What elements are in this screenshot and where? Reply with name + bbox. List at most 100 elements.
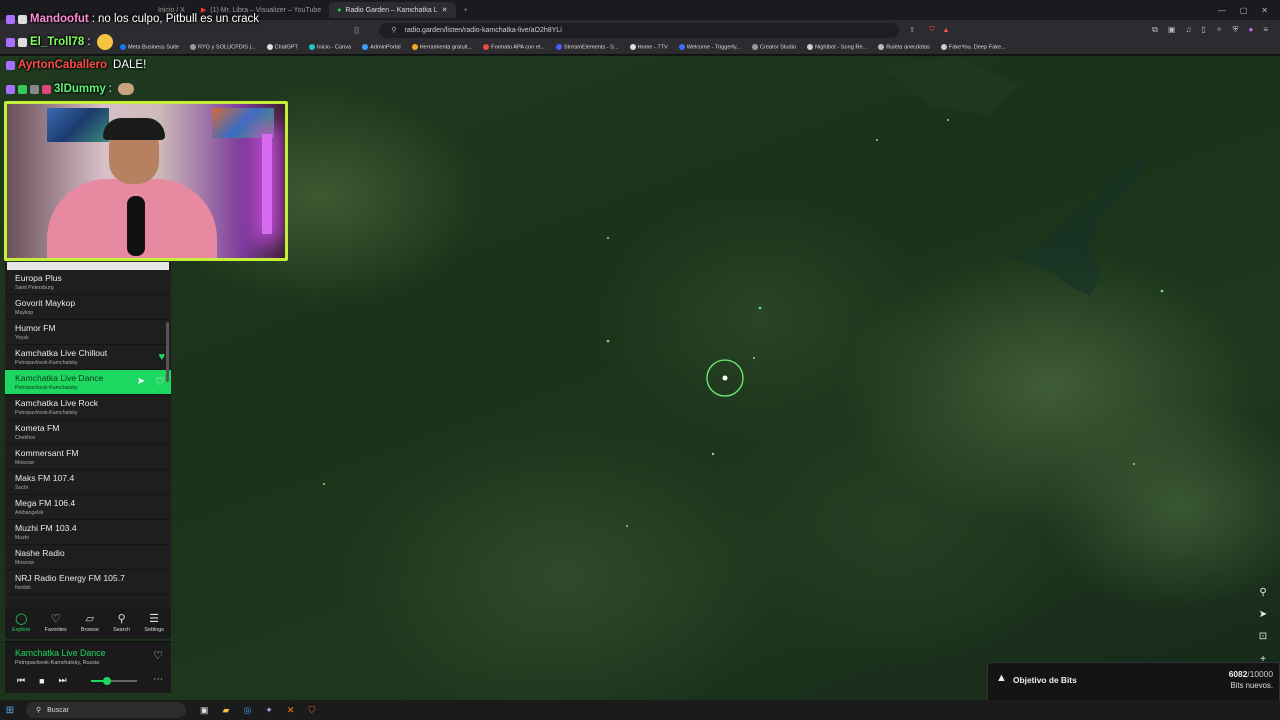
station-item[interactable]: Nashe Radio Moscow [5, 545, 171, 570]
chrome-icon[interactable]: ◎ [243, 705, 251, 716]
more-options-icon[interactable]: ⋯ [153, 674, 163, 685]
station-dot[interactable] [753, 357, 755, 359]
chat-badge-icon [42, 84, 51, 94]
station-item[interactable]: Humor FM Yeysk [5, 320, 171, 345]
chat-badge-icon [6, 14, 15, 24]
previous-icon[interactable]: ⏮ [17, 675, 25, 686]
station-dot[interactable] [626, 525, 628, 527]
stop-icon[interactable]: ■ [39, 676, 44, 686]
nav-label: Browse [80, 626, 99, 633]
windows-start-icon[interactable]: ⊞ [0, 705, 20, 716]
favorite-heart-icon[interactable]: ♡ [153, 649, 163, 662]
url-field[interactable]: ⚲ radio.garden/listen/radio-kamchatka-li… [379, 22, 900, 38]
bookmark-item[interactable]: StreamElements - S... [555, 43, 619, 51]
extension-icon[interactable]: ⧉ [1152, 25, 1158, 35]
nav-browse[interactable]: ▱ Browse [80, 613, 99, 633]
station-item[interactable]: Kamchatka Live Chillout Petropavlovsk-Kam… [5, 345, 171, 370]
app-icon[interactable]: ✦ [265, 705, 273, 716]
station-dot[interactable] [947, 119, 949, 121]
bookmark-label: StreamElements - S... [563, 44, 619, 51]
bookmark-item[interactable]: AdminPortal [362, 43, 401, 50]
browser-tab-active[interactable]: ● Radio Garden – Kamchatka L ✕ [329, 2, 456, 18]
menu-icon[interactable]: ≡ [1263, 25, 1268, 35]
brave-browser-icon[interactable]: ⛉ [308, 705, 315, 716]
chat-username: 3lDummy [54, 83, 106, 95]
app-icon[interactable]: ✕ [287, 705, 295, 716]
bookmark-item[interactable]: FakeYou. Deep Fake... [940, 43, 1006, 50]
radio-icon: ● [337, 6, 342, 14]
station-item[interactable]: Kommersant FM Moscow [5, 445, 171, 470]
nav-search[interactable]: ⚲ Search [113, 613, 130, 633]
station-dot[interactable] [1133, 463, 1135, 465]
taskbar-search[interactable]: ⚲ Buscar [26, 702, 186, 718]
task-view-icon[interactable]: ▣ [200, 705, 209, 716]
favorite-heart-icon[interactable]: ♡ [155, 377, 165, 388]
maximize-icon[interactable]: ▢ [1240, 6, 1248, 15]
nav-label: Explore [12, 626, 31, 633]
station-dot[interactable] [711, 452, 715, 456]
music-icon[interactable]: ♫ [1185, 25, 1191, 35]
taskbar-apps: ▣ ▰ ◎ ✦ ✕ ⛉ [200, 705, 315, 716]
station-dot[interactable] [607, 237, 609, 239]
bookmark-item[interactable]: Home - 7TV [629, 43, 668, 50]
puzzle-icon[interactable]: ✧ [1216, 25, 1223, 35]
station-item[interactable]: Kometa FM Chekhov [5, 420, 171, 445]
favorite-heart-icon[interactable]: ♥ [158, 352, 165, 363]
close-tab-icon[interactable]: ✕ [442, 6, 448, 14]
station-dot[interactable] [1160, 289, 1164, 293]
station-list-scrollbar[interactable] [166, 322, 169, 382]
close-window-icon[interactable]: ✕ [1261, 6, 1268, 15]
brave-shield-icon[interactable]: ⛉ [929, 26, 934, 34]
bookmark-item[interactable]: Nightbot - Song Re... [807, 43, 867, 50]
chat-separator: : [108, 83, 112, 95]
volume-slider[interactable] [91, 677, 137, 685]
station-dot[interactable] [323, 483, 325, 485]
station-item-active[interactable]: Kamchatka Live Dance Petropavlovsk-Kamcha… [5, 370, 171, 395]
station-item[interactable]: Govorit Maykop Maykop [5, 295, 171, 320]
river [1010, 151, 1150, 296]
extension-icon[interactable]: ▣ [1168, 25, 1176, 35]
profile-icon[interactable]: ● [1248, 25, 1253, 35]
station-item[interactable]: Kamchatka Live Rock Petropavlovsk-Kamchat… [5, 395, 171, 420]
share-icon[interactable]: ⇪ [909, 26, 915, 34]
bookmark-favicon-icon [629, 43, 636, 50]
station-item[interactable]: Mega FM 106.4 Arkhangelsk [5, 495, 171, 520]
bookmark-item[interactable]: Formato APA con el... [483, 43, 545, 50]
site-settings-icon[interactable]: ⚲ [391, 26, 396, 34]
bookmark-item[interactable]: Inicio - Canva [308, 43, 351, 50]
volume-handle[interactable] [103, 677, 112, 685]
sidebar-icon[interactable]: ▯ [1201, 25, 1205, 35]
bookmark-page-icon[interactable]: ⌷ [354, 25, 359, 36]
station-dot[interactable] [606, 339, 610, 343]
locate-icon[interactable]: ➤ [1254, 605, 1272, 623]
bookmark-favicon-icon [555, 43, 562, 50]
wallet-icon[interactable]: ⛨ [1232, 25, 1238, 35]
nav-settings[interactable]: ☰ Settings [144, 613, 163, 633]
locate-station-icon[interactable]: ➤ [137, 377, 145, 387]
bookmark-item[interactable]: Welcome - Triggerfy... [678, 43, 741, 50]
station-dot[interactable] [758, 306, 762, 310]
station-city: Saint Petersburg [15, 285, 54, 291]
lock-icon[interactable]: ⊡ [1254, 627, 1272, 645]
bookmark-item[interactable]: Creator Studio [751, 43, 796, 50]
file-explorer-icon[interactable]: ▰ [223, 705, 230, 716]
minimize-icon[interactable]: — [1218, 6, 1226, 15]
nav-explore[interactable]: ◯ Explore [12, 613, 31, 633]
map-pin-icon[interactable]: ⚲ [1254, 583, 1272, 601]
bookmark-item[interactable]: Ruleta anecdotas [878, 43, 930, 50]
station-item[interactable]: Maks FM 107.4 Sochi [5, 470, 171, 495]
nav-favorites[interactable]: ♡ Favorites [45, 613, 67, 633]
station-item[interactable]: Muzhi FM 103.4 Muzhi [5, 520, 171, 545]
station-name: Europa Plus [15, 273, 62, 283]
bookmark-favicon-icon [940, 43, 947, 50]
station-item[interactable]: Europa Plus Saint Petersburg [5, 270, 171, 295]
now-playing-player: Kamchatka Live Dance Petropavlovsk-Kamch… [5, 641, 171, 693]
new-tab-button[interactable]: + [456, 2, 476, 18]
rewards-icon[interactable]: ▲ [943, 27, 950, 34]
selected-station-dot[interactable] [722, 375, 728, 381]
station-item[interactable]: NRJ Radio Energy FM 105.7 Norilsk [5, 570, 171, 595]
bookmark-item[interactable]: Herramienta gratuit... [411, 43, 472, 50]
station-city: Norilsk [15, 585, 31, 591]
station-dot[interactable] [876, 139, 878, 141]
next-icon[interactable]: ⏭ [59, 675, 67, 686]
